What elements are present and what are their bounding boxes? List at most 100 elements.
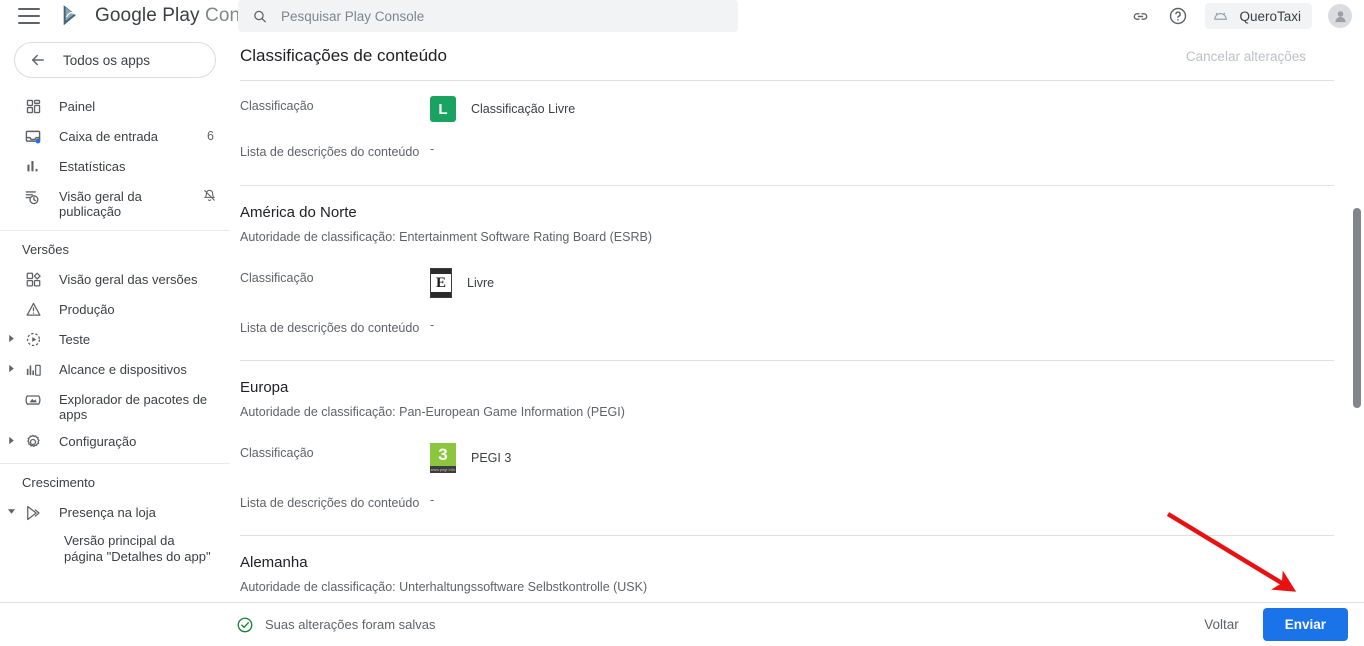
back-button[interactable]: Voltar	[1188, 609, 1255, 640]
esrb-rating-label: Classificação	[240, 271, 314, 285]
expander-arrow-icon[interactable]	[0, 432, 22, 445]
esrb-descriptors-row: Lista de descrições do conteúdo -	[230, 298, 1364, 335]
region-title-america-do-norte: América do Norte	[240, 204, 357, 221]
sidebar-item-label: Produção	[59, 302, 115, 317]
rating-badge-pegi-icon: 3 www.pegi.info	[430, 443, 456, 473]
bottom-actions: Voltar Enviar	[1188, 608, 1348, 641]
cancel-changes-link[interactable]: Cancelar alterações	[1186, 49, 1336, 64]
sidebar-item-label: Painel	[59, 99, 96, 114]
sidebar-navigation: Todos os apps Painel Caixa de entrada 6 …	[0, 32, 230, 602]
reach-devices-icon	[22, 360, 44, 378]
expander-placeholder	[0, 187, 22, 191]
page-title: Classificações de conteúdo	[240, 46, 447, 65]
pegi-rating-value-wrap: 3 www.pegi.info PEGI 3	[430, 443, 511, 473]
sidebar-item-presenca-na-loja[interactable]: Presença na loja	[0, 498, 230, 528]
arrow-left-icon	[32, 54, 44, 66]
pegi-descriptors-value: -	[430, 493, 435, 507]
global-rating-row: Classificação L Classificação Livre	[230, 81, 1364, 122]
sidebar-item-visao-geral-da-publicacao[interactable]: Visão geral da publicação	[0, 182, 230, 224]
global-descriptors-row: Lista de descrições do conteúdo -	[230, 122, 1364, 159]
esrb-badge-bottom-band	[431, 292, 451, 297]
top-app-bar: Google Play Console	[0, 0, 1364, 32]
all-apps-label: Todos os apps	[63, 52, 151, 68]
region-authority-alemanha: Autoridade de classificação: Unterhaltun…	[240, 580, 648, 594]
sidebar-item-producao[interactable]: Produção	[0, 295, 230, 325]
expander-placeholder	[0, 127, 22, 131]
sidebar-item-configuracao[interactable]: Configuração	[0, 427, 230, 457]
bottom-action-bar: Suas alterações foram salvas Voltar Envi…	[0, 602, 1364, 646]
expander-placeholder	[0, 300, 22, 304]
sidebar-item-estatisticas[interactable]: Estatísticas	[0, 152, 230, 182]
dashboard-icon	[22, 97, 44, 115]
sidebar-item-painel[interactable]: Painel	[0, 92, 230, 122]
inbox-icon	[22, 127, 44, 146]
sidebar-item-visao-geral-das-versoes[interactable]: Visão geral das versões	[0, 265, 230, 295]
global-rating-value: Classificação Livre	[471, 102, 576, 116]
account-avatar-icon[interactable]	[1328, 4, 1352, 28]
main-scrollbar-track[interactable]	[1350, 32, 1364, 602]
check-circle-icon	[237, 617, 253, 632]
sidebar-item-explorador-de-pacotes-de-apps[interactable]: Explorador de pacotes de apps	[0, 385, 230, 427]
region-authority-europa: Autoridade de classificação: Pan-Europea…	[240, 405, 625, 419]
sidebar-item-label: Teste	[59, 332, 91, 347]
sidebar-item-label: Caixa de entrada	[59, 129, 159, 144]
top-bar-actions: QueroTaxi	[1129, 0, 1352, 32]
pegi-descriptors-value-wrap: -	[430, 493, 434, 507]
hamburger-menu-icon[interactable]	[18, 8, 40, 24]
esrb-descriptors-value-wrap: -	[430, 318, 434, 332]
expander-placeholder	[0, 390, 22, 394]
search-icon	[254, 10, 266, 22]
sidebar-item-label: Configuração	[59, 434, 137, 449]
rating-badge-livre-icon: L	[430, 96, 456, 122]
sidebar-item-teste[interactable]: Teste	[0, 325, 230, 355]
sidebar-subitem-versao-principal[interactable]: Versão principal da página "Detalhes do …	[0, 528, 230, 570]
app-bundle-explorer-icon	[22, 390, 44, 409]
sidebar-item-label: Alcance e dispositivos	[59, 362, 187, 377]
expander-placeholder	[0, 157, 22, 161]
help-circle-icon[interactable]	[1167, 5, 1189, 27]
testing-icon	[22, 330, 44, 348]
sidebar-item-label: Explorador de pacotes de apps	[59, 392, 208, 422]
sidebar-item-alcance-e-dispositivos[interactable]: Alcance e dispositivos	[0, 355, 230, 385]
global-descriptors-value: -	[430, 142, 435, 156]
expander-arrow-down-icon[interactable]	[0, 503, 22, 516]
search-input[interactable]	[280, 8, 724, 24]
production-icon	[22, 300, 44, 318]
esrb-rating-row: Classificação E Livre	[230, 244, 1364, 298]
pegi-badge-number: 3	[438, 445, 448, 464]
sidebar-section-growth-title: Crescimento	[22, 475, 95, 490]
app-name-label: QueroTaxi	[1239, 8, 1301, 24]
sidebar-section-versions-title: Versões	[22, 242, 69, 257]
saved-status-text: Suas alterações foram salvas	[265, 617, 436, 632]
brand-primary: Google Play	[95, 5, 200, 26]
pegi-badge-url: www.pegi.info	[430, 466, 456, 473]
page-header: Classificações de conteúdo Cancelar alte…	[230, 32, 1364, 66]
expander-placeholder	[0, 270, 22, 274]
bell-off-icon[interactable]	[200, 187, 218, 203]
android-icon	[1214, 12, 1228, 20]
expander-arrow-icon[interactable]	[0, 360, 22, 373]
esrb-descriptors-value: -	[430, 318, 435, 332]
search-box[interactable]	[238, 0, 738, 32]
sidebar-item-label: Estatísticas	[59, 159, 126, 174]
gear-icon	[22, 432, 44, 451]
global-rating-label: Classificação	[240, 99, 314, 113]
region-title-alemanha: Alemanha	[240, 554, 308, 571]
all-apps-button[interactable]: Todos os apps	[14, 42, 216, 78]
global-descriptors-value-wrap: -	[430, 142, 434, 156]
submit-button[interactable]: Enviar	[1262, 608, 1348, 641]
expander-placeholder	[0, 97, 22, 101]
sidebar-item-caixa-de-entrada[interactable]: Caixa de entrada 6	[0, 122, 230, 152]
sidebar-item-label: Visão geral das versões	[59, 272, 198, 287]
pegi-descriptors-row: Lista de descrições do conteúdo -	[230, 473, 1364, 510]
sidebar-inbox-count: 6	[207, 129, 214, 143]
region-authority-america-do-norte: Autoridade de classificação: Entertainme…	[240, 230, 653, 244]
rating-badge-esrb-icon: E	[430, 268, 452, 298]
main-scrollbar-thumb[interactable]	[1353, 208, 1361, 408]
publishing-overview-icon	[22, 187, 44, 206]
region-title-europa: Europa	[240, 379, 289, 396]
releases-overview-icon	[22, 270, 44, 288]
app-selector-chip[interactable]: QueroTaxi	[1205, 3, 1312, 29]
expander-arrow-icon[interactable]	[0, 330, 22, 343]
link-icon[interactable]	[1129, 5, 1151, 27]
